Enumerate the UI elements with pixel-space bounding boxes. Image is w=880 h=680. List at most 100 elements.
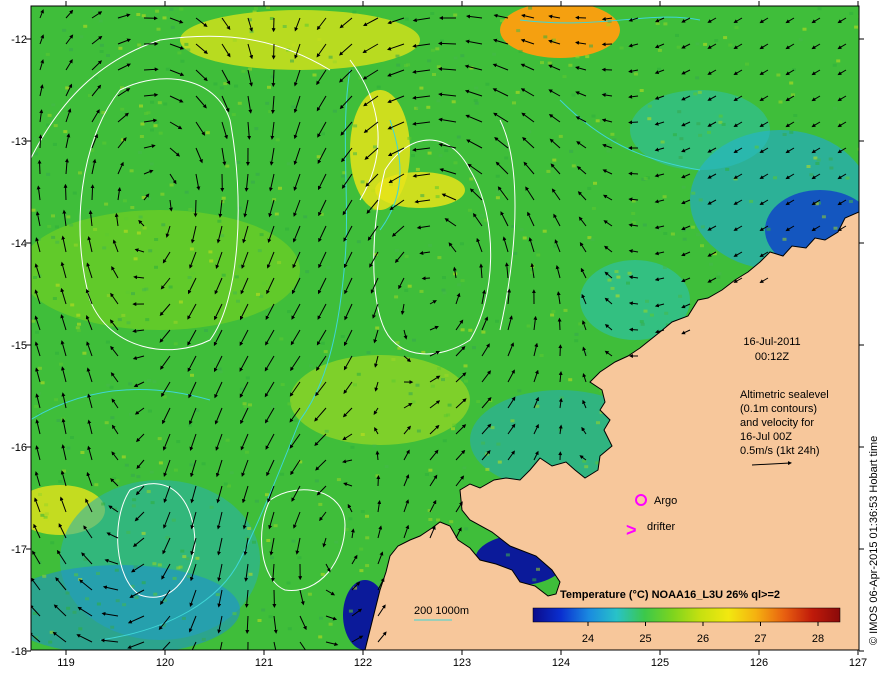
sst-speck bbox=[54, 398, 59, 402]
sst-speck bbox=[178, 565, 183, 569]
sst-speck bbox=[93, 227, 98, 231]
sst-speck bbox=[416, 106, 421, 110]
colorbar-tick-label: 24 bbox=[582, 633, 594, 645]
sst-speck bbox=[78, 627, 83, 631]
sst-speck bbox=[244, 450, 249, 454]
sst-speck bbox=[790, 93, 795, 97]
sst-speck bbox=[69, 48, 73, 52]
sst-speck bbox=[146, 490, 151, 494]
sst-speck bbox=[709, 262, 714, 266]
sst-speck bbox=[160, 192, 165, 196]
sst-speck bbox=[248, 67, 252, 71]
sst-speck bbox=[76, 328, 81, 332]
sst-speck bbox=[158, 131, 163, 135]
sst-speck bbox=[268, 615, 273, 619]
sst-speck bbox=[717, 272, 722, 276]
sst-speck bbox=[375, 326, 380, 330]
sst-speck bbox=[631, 212, 636, 215]
sst-speck bbox=[236, 160, 241, 164]
sst-speck bbox=[365, 564, 370, 568]
sst-speck bbox=[404, 254, 409, 258]
sst-speck bbox=[254, 499, 259, 503]
sst-speck bbox=[110, 625, 115, 629]
sst-speck bbox=[106, 294, 111, 298]
sst-speck bbox=[440, 39, 444, 43]
sst-speck bbox=[44, 518, 49, 522]
sst-speck bbox=[49, 630, 54, 634]
sst-speck bbox=[326, 266, 331, 269]
sst-speck bbox=[65, 591, 70, 595]
sst-speck bbox=[145, 318, 150, 322]
sst-speck bbox=[773, 176, 778, 180]
sst-speck bbox=[51, 103, 56, 107]
sst-speck bbox=[728, 43, 733, 47]
sst-speck bbox=[559, 396, 564, 400]
sst-speck bbox=[125, 290, 130, 294]
argo-label: Argo bbox=[654, 495, 677, 507]
cool-patch bbox=[31, 565, 240, 650]
sst-speck bbox=[212, 360, 217, 363]
sst-speck bbox=[291, 539, 296, 543]
sst-speck bbox=[130, 206, 135, 209]
sst-speck bbox=[264, 422, 269, 426]
sst-speck bbox=[148, 249, 153, 253]
sst-speck bbox=[348, 517, 353, 521]
sst-speck bbox=[749, 199, 754, 203]
sst-speck bbox=[176, 440, 181, 444]
sst-speck bbox=[82, 351, 87, 355]
sst-speck bbox=[415, 383, 420, 387]
sst-speck bbox=[495, 196, 500, 200]
sst-speck bbox=[188, 208, 193, 211]
sst-speck bbox=[252, 10, 257, 14]
sst-speck bbox=[348, 609, 353, 613]
sst-speck bbox=[234, 275, 239, 279]
sst-speck bbox=[356, 372, 361, 376]
sst-speck bbox=[55, 351, 59, 355]
sst-speck bbox=[353, 124, 358, 128]
sst-speck bbox=[657, 48, 662, 52]
time-label: 00:12Z bbox=[755, 351, 790, 363]
sst-speck bbox=[828, 157, 833, 161]
sst-speck bbox=[170, 25, 175, 29]
sst-speck bbox=[558, 134, 563, 138]
sst-speck bbox=[161, 223, 166, 227]
sst-speck bbox=[809, 173, 814, 177]
sst-speck bbox=[124, 463, 129, 467]
sst-speck bbox=[437, 367, 442, 371]
sst-speck bbox=[406, 63, 411, 67]
sst-speck bbox=[70, 436, 74, 439]
sst-speck bbox=[606, 23, 611, 27]
sst-speck bbox=[789, 130, 794, 134]
sst-speck bbox=[447, 403, 452, 407]
sst-speck bbox=[696, 122, 701, 126]
sst-speck bbox=[328, 55, 333, 59]
sst-speck bbox=[451, 100, 456, 104]
sst-speck bbox=[662, 195, 667, 199]
sst-speck bbox=[485, 82, 490, 86]
sst-speck bbox=[33, 152, 38, 156]
sst-speck bbox=[266, 539, 271, 542]
sst-patch bbox=[31, 210, 300, 330]
sst-speck bbox=[639, 89, 644, 92]
sst-speck bbox=[663, 232, 668, 235]
sst-speck bbox=[463, 364, 468, 368]
sst-speck bbox=[132, 498, 137, 502]
sst-speck bbox=[580, 327, 585, 331]
sst-speck bbox=[87, 94, 92, 98]
sst-speck bbox=[371, 189, 376, 193]
sst-speck bbox=[848, 200, 853, 203]
sst-speck bbox=[441, 288, 446, 292]
sst-speck bbox=[432, 73, 436, 76]
sst-speck bbox=[189, 463, 194, 467]
sst-speck bbox=[353, 152, 357, 156]
sst-speck bbox=[676, 45, 681, 49]
sst-speck bbox=[420, 194, 425, 198]
sst-speck bbox=[225, 164, 230, 168]
sst-speck bbox=[627, 271, 632, 275]
sst-speck bbox=[66, 446, 71, 450]
sst-speck bbox=[254, 127, 259, 131]
sst-speck bbox=[697, 90, 702, 94]
sst-speck bbox=[287, 627, 292, 631]
sst-speck bbox=[691, 191, 696, 195]
y-tick-label: -12 bbox=[11, 34, 27, 46]
